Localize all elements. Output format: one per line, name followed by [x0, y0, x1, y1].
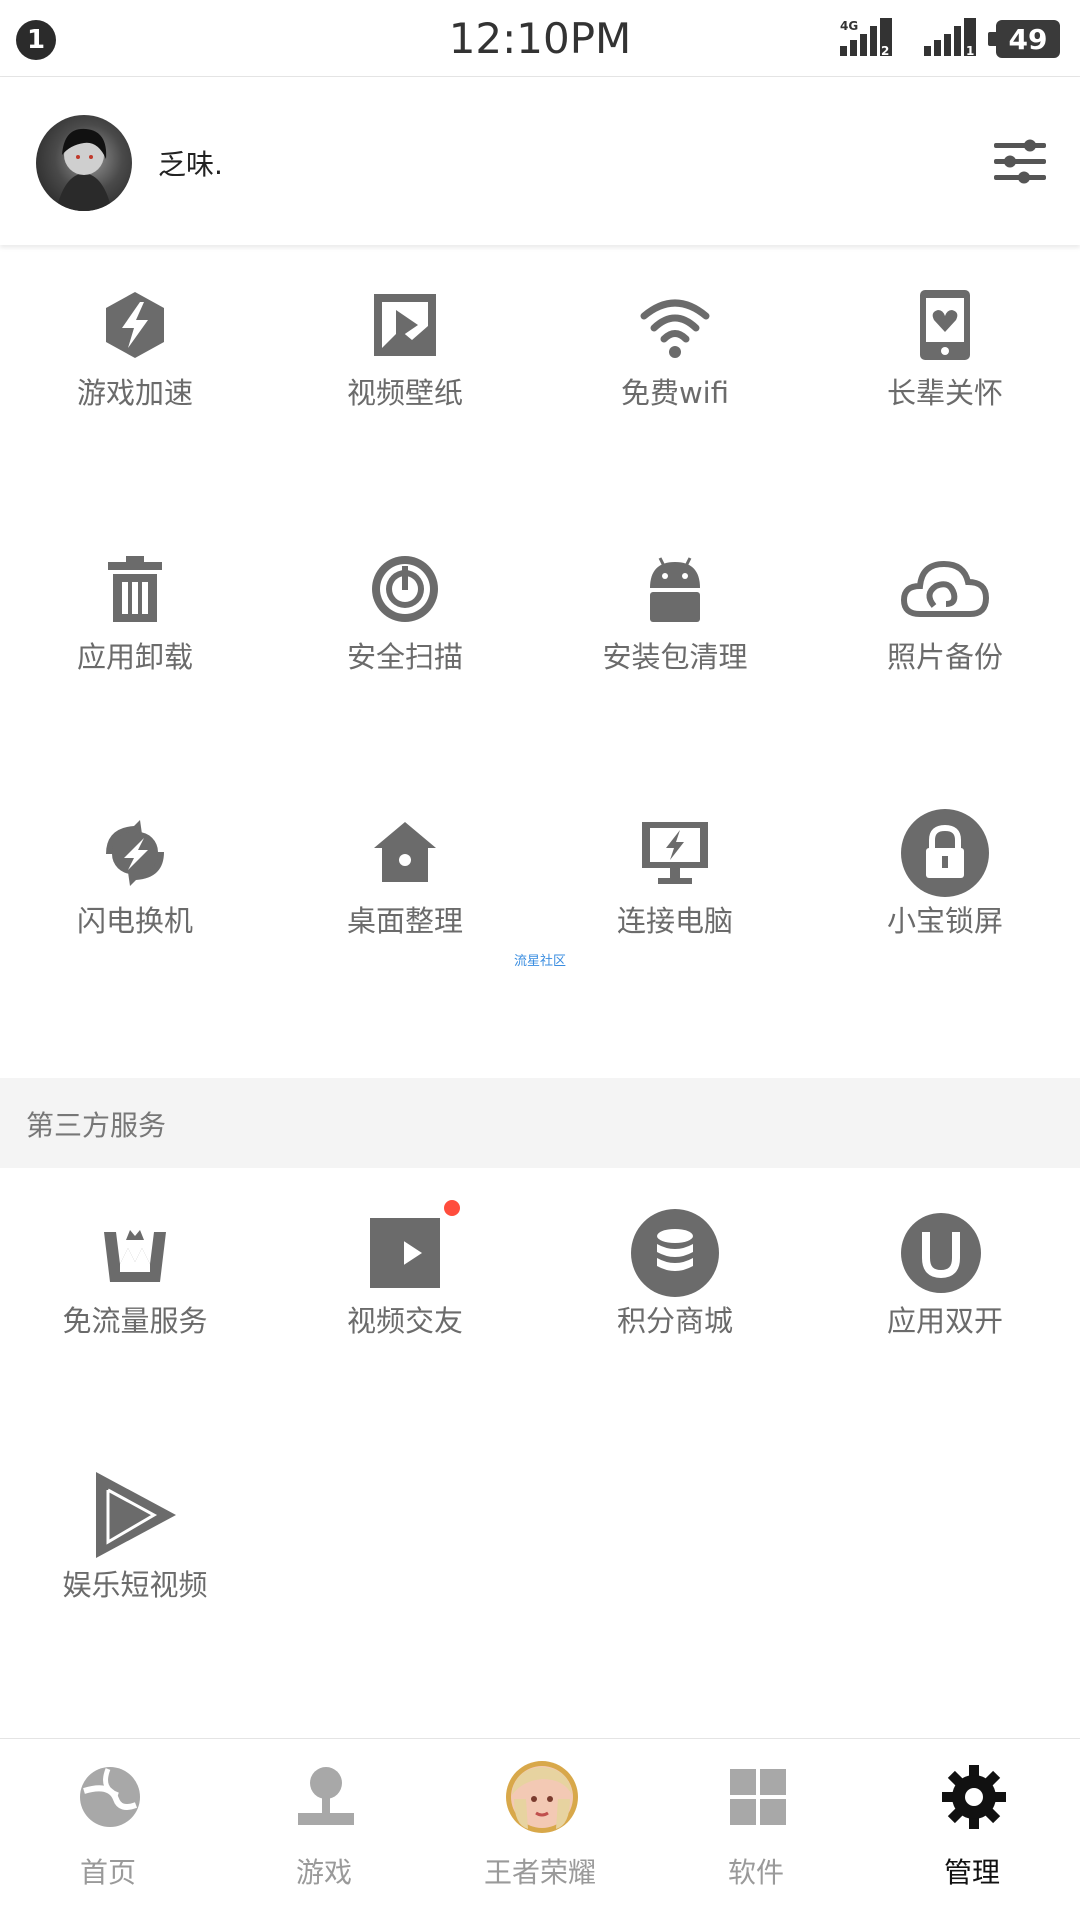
sim1-label: 1 [966, 44, 974, 58]
nav-label: 首页 [79, 1856, 136, 1889]
service-label: 视频交友 [346, 1304, 463, 1338]
flash-transfer-icon [106, 820, 164, 886]
tool-app-uninstall[interactable]: 应用卸载 [0, 512, 270, 776]
tool-label: 桌面整理 [346, 904, 463, 938]
wifi-icon [640, 299, 710, 358]
signal-sim2-icon: 4G 2 [840, 18, 892, 58]
section-title: 第三方服务 [26, 1109, 167, 1142]
tool-label: 闪电换机 [76, 904, 193, 938]
coins-icon [631, 1209, 719, 1297]
battery-indicator: 49 [988, 20, 1060, 58]
crown-w-icon [104, 1230, 166, 1282]
game-avatar-icon [506, 1761, 578, 1833]
nav-label: 管理 [943, 1856, 1000, 1889]
username[interactable]: 乏味. [158, 143, 223, 183]
game-boost-icon [106, 292, 164, 358]
android-icon [650, 557, 700, 622]
service-label: 应用双开 [886, 1304, 1003, 1338]
profile-header: 乏味. [0, 77, 1080, 245]
service-label: 娱乐短视频 [62, 1568, 208, 1602]
service-label: 免流量服务 [62, 1304, 208, 1338]
service-label: 积分商城 [616, 1304, 733, 1338]
tool-video-wallpaper[interactable]: 视频壁纸 [270, 248, 540, 512]
tool-lock-screen[interactable]: 小宝锁屏 [810, 776, 1080, 1040]
nav-label: 王者荣耀 [483, 1856, 596, 1889]
notification-badge [444, 1200, 460, 1216]
nav-label: 软件 [727, 1856, 784, 1889]
tool-free-wifi[interactable]: 免费wifi [540, 248, 810, 512]
tool-label: 游戏加速 [76, 376, 193, 410]
tool-label: 安装包清理 [602, 640, 748, 674]
nav-home[interactable]: 首页 [0, 1739, 216, 1921]
service-dual-app[interactable]: 应用双开 [810, 1176, 1080, 1440]
video-chat-icon [370, 1218, 440, 1288]
nav-software[interactable]: 软件 [648, 1739, 864, 1921]
video-wallpaper-icon [374, 294, 436, 356]
status-time: 12:10PM [448, 14, 632, 63]
tool-label: 小宝锁屏 [886, 904, 1003, 938]
status-bar: 1 12:10PM 4G 2 1 49 [0, 0, 1080, 77]
apps-grid-icon [730, 1769, 786, 1825]
tool-label: 长辈关怀 [886, 376, 1003, 410]
tool-label: 连接电脑 [616, 904, 733, 938]
service-video-chat[interactable]: 视频交友 [270, 1176, 540, 1440]
cloud-icon [900, 560, 990, 617]
home-icon [374, 822, 436, 882]
gear-icon [942, 1765, 1006, 1829]
tool-package-clean[interactable]: 安装包清理 [540, 512, 810, 776]
tool-elder-care[interactable]: 长辈关怀 [810, 248, 1080, 512]
settings-sliders-icon[interactable] [990, 131, 1050, 191]
nav-honor-of-kings[interactable]: 王者荣耀 [432, 1739, 648, 1921]
tool-photo-backup[interactable]: 照片备份 [810, 512, 1080, 776]
play-icon [96, 1472, 176, 1558]
joystick-icon [298, 1767, 354, 1825]
bottom-navigation: 首页 游戏 王者荣耀 软件 管理 [0, 1738, 1080, 1921]
tool-label: 安全扫描 [346, 640, 463, 674]
nav-games[interactable]: 游戏 [216, 1739, 432, 1921]
elder-care-icon [920, 290, 970, 360]
avatar[interactable] [36, 115, 132, 211]
service-short-video[interactable]: 娱乐短视频 [0, 1440, 270, 1704]
tool-game-boost[interactable]: 游戏加速 [0, 248, 270, 512]
tool-label: 免费wifi [620, 376, 730, 410]
tool-label: 视频壁纸 [346, 376, 463, 410]
tool-security-scan[interactable]: 安全扫描 [270, 512, 540, 776]
tool-flash-transfer[interactable]: 闪电换机 [0, 776, 270, 1040]
tool-connect-pc[interactable]: 连接电脑 [540, 776, 810, 1040]
service-free-traffic[interactable]: 免流量服务 [0, 1176, 270, 1440]
section-header-third-party: 第三方服务 [0, 1078, 1080, 1168]
sim2-label: 2 [881, 44, 889, 58]
watermark-text: 流星社区 [514, 954, 567, 969]
signal-sim1-icon: 1 [924, 18, 976, 58]
magnet-icon [901, 1213, 981, 1293]
lock-icon [901, 809, 989, 897]
tool-label: 照片备份 [886, 640, 1003, 674]
trash-icon [108, 556, 162, 622]
network-type-label: 4G [840, 19, 858, 33]
tool-desktop-organize[interactable]: 桌面整理 [270, 776, 540, 1040]
home-logo-icon [80, 1767, 140, 1827]
service-points-mall[interactable]: 积分商城 [540, 1176, 810, 1440]
monitor-icon [642, 822, 708, 884]
third-party-grid: 免流量服务 视频交友 积分商城 应用双开 娱乐短视频 [0, 1176, 1080, 1716]
security-scan-icon [372, 556, 438, 622]
tool-label: 应用卸载 [76, 640, 193, 674]
nav-label: 游戏 [295, 1856, 352, 1889]
nav-manage[interactable]: 管理 [864, 1739, 1080, 1921]
tools-grid: 游戏加速 视频壁纸 免费wifi 长辈关怀 应用卸载 安全扫描 安装包清理 照片… [0, 248, 1080, 1048]
